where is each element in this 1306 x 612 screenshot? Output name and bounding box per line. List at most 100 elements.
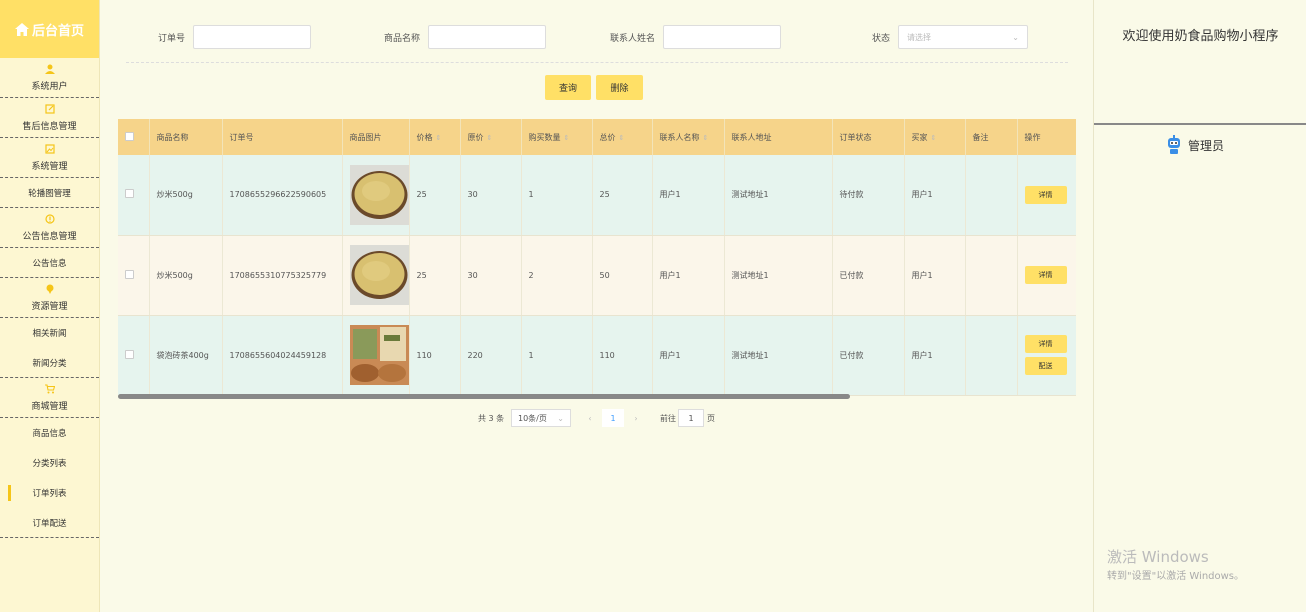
search-button[interactable]: 查询 — [545, 75, 591, 100]
sidebar-item-label: 轮播图管理 — [28, 188, 71, 199]
row-select-cell — [118, 315, 150, 396]
chevron-down-icon: ⌄ — [1012, 32, 1019, 42]
sidebar-section-label: 公告信息管理 — [22, 231, 77, 242]
sidebar-section-label: 系统管理 — [31, 161, 68, 172]
admin-user[interactable]: 管理员 — [1166, 135, 1224, 155]
col-price[interactable]: 价格 ⇕ — [409, 119, 461, 155]
robot-avatar-icon — [1168, 135, 1180, 154]
sidebar-item-12[interactable]: 订单列表 — [0, 478, 99, 508]
orders-table: 商品名称 订单号 商品图片 价格 ⇕ 原价 ⇕ 购买数量 ⇕ 总价 ⇕ 联系人名称 ⇕ 联… — [118, 119, 1076, 399]
col-buyer[interactable]: 买家 ⇕ — [904, 119, 966, 155]
sidebar-section-2[interactable]: 系统管理 — [0, 138, 99, 178]
sidebar-item-3[interactable]: 轮播图管理 — [0, 178, 99, 208]
product-thumbnail — [349, 325, 409, 385]
select-all-checkbox[interactable] — [125, 131, 134, 141]
detail-button[interactable]: 详情 — [1024, 266, 1067, 284]
cell-ops: 详情 — [1017, 235, 1076, 316]
cell-total: 25 — [592, 155, 653, 236]
goto-page-input[interactable]: 1 — [678, 409, 704, 427]
sidebar-item-11[interactable]: 分类列表 — [0, 448, 99, 478]
table-header: 商品名称 订单号 商品图片 价格 ⇕ 原价 ⇕ 购买数量 ⇕ 总价 ⇕ 联系人名称 ⇕ 联… — [118, 119, 1076, 155]
table-row[interactable]: 袋泡砖茶400g 1708655604024459128 110 220 1 110 用户1… — [118, 315, 1076, 396]
cell-orig-price: 30 — [460, 155, 522, 236]
pin-icon — [45, 284, 55, 299]
sidebar-section-1[interactable]: 售后信息管理 — [0, 98, 99, 138]
cell-name: 炒米500g — [149, 155, 223, 236]
row-checkbox[interactable] — [125, 349, 134, 359]
cell-name: 袋泡砖茶400g — [149, 315, 223, 396]
cell-remark — [965, 315, 1018, 396]
deliver-button[interactable]: 配送 — [1024, 357, 1067, 375]
sidebar-section-label: 商城管理 — [31, 401, 68, 412]
sidebar-section-0[interactable]: 系统用户 — [0, 58, 99, 98]
col-status: 订单状态 — [832, 119, 905, 155]
sidebar-item-5[interactable]: 公告信息 — [0, 248, 99, 278]
order-no-input[interactable] — [193, 25, 311, 49]
product-thumbnail — [349, 245, 409, 305]
col-image: 商品图片 — [342, 119, 410, 155]
divider — [126, 62, 1068, 63]
sidebar-section-label: 系统用户 — [31, 81, 68, 92]
sidebar-item-10[interactable]: 商品信息 — [0, 418, 99, 448]
sidebar-section-label: 资源管理 — [31, 301, 68, 312]
sidebar-item-8[interactable]: 新闻分类 — [0, 348, 99, 378]
next-page-icon[interactable]: › — [629, 409, 643, 427]
detail-button[interactable]: 详情 — [1024, 335, 1067, 353]
activation-watermark-title: 激活 Windows — [1107, 548, 1209, 566]
sidebar-section-label: 售后信息管理 — [22, 121, 77, 132]
col-contact[interactable]: 联系人名称 ⇕ — [652, 119, 725, 155]
cell-order-no: 1708655310775325779 — [222, 235, 343, 316]
col-order-no: 订单号 — [222, 119, 343, 155]
cell-contact: 用户1 — [652, 315, 725, 396]
col-qty[interactable]: 购买数量 ⇕ — [521, 119, 593, 155]
sidebar-item-label: 订单列表 — [32, 489, 67, 499]
cell-price: 110 — [409, 315, 461, 396]
col-orig-price-label: 原价 — [467, 132, 484, 142]
table-row[interactable]: 炒米500g 1708655310775325779 25 30 2 50 用户1 测试地址1… — [118, 235, 1076, 316]
cell-image — [342, 315, 410, 396]
right-panel: 欢迎使用奶食品购物小程序 管理员 激活 Windows 转到"设置"以激活 Wi… — [1093, 0, 1306, 612]
sort-icon: ⇕ — [486, 133, 493, 142]
sidebar-item-13[interactable]: 订单配送 — [0, 508, 99, 538]
info-icon — [44, 213, 55, 229]
sidebar-item-7[interactable]: 相关新闻 — [0, 318, 99, 348]
cell-remark — [965, 155, 1018, 236]
col-name: 商品名称 — [149, 119, 223, 155]
page-size-value: 10条/页 — [518, 413, 547, 423]
cell-buyer: 用户1 — [904, 155, 966, 236]
contact-name-label: 联系人姓名 — [610, 34, 656, 44]
delete-button[interactable]: 删除 — [596, 75, 643, 100]
col-orig-price[interactable]: 原价 ⇕ — [460, 119, 522, 155]
row-checkbox[interactable] — [125, 189, 134, 199]
sort-icon: ⇕ — [618, 133, 625, 142]
status-select[interactable]: 请选择 ⌄ — [898, 25, 1028, 49]
cell-orig-price: 30 — [460, 235, 522, 316]
product-name-label: 商品名称 — [384, 34, 421, 44]
order-no-label: 订单号 — [158, 34, 186, 44]
col-remark: 备注 — [965, 119, 1018, 155]
page-size-select[interactable]: 10条/页 ⌄ — [511, 409, 571, 427]
contact-name-input[interactable] — [663, 25, 781, 49]
row-checkbox[interactable] — [125, 269, 134, 279]
horizontal-scrollbar[interactable] — [118, 394, 850, 399]
cell-remark — [965, 235, 1018, 316]
table-row[interactable]: 炒米500g 1708655296622590605 25 30 1 25 用户1 测试地址1… — [118, 155, 1076, 236]
col-ops: 操作 — [1017, 119, 1076, 155]
home-link[interactable]: 后台首页 — [0, 0, 99, 58]
sidebar-section-6[interactable]: 资源管理 — [0, 278, 99, 318]
sidebar-section-4[interactable]: 公告信息管理 — [0, 208, 99, 248]
sidebar-item-label: 新闻分类 — [32, 358, 67, 369]
product-name-input[interactable] — [428, 25, 546, 49]
col-buyer-label: 买家 — [911, 132, 928, 142]
cell-image — [342, 155, 410, 236]
sidebar-item-label: 相关新闻 — [32, 329, 67, 339]
cell-name: 炒米500g — [149, 235, 223, 316]
product-thumbnail — [349, 164, 409, 225]
sidebar-section-9[interactable]: 商城管理 — [0, 378, 99, 418]
page-1-button[interactable]: 1 — [602, 409, 624, 427]
col-total[interactable]: 总价 ⇕ — [592, 119, 653, 155]
prev-page-icon[interactable]: ‹ — [583, 409, 597, 427]
select-all-cell — [118, 119, 150, 155]
pagination: 共 3 条 10条/页 ⌄ ‹ 1 › 前往 1 页 — [101, 409, 1093, 427]
detail-button[interactable]: 详情 — [1024, 185, 1067, 204]
